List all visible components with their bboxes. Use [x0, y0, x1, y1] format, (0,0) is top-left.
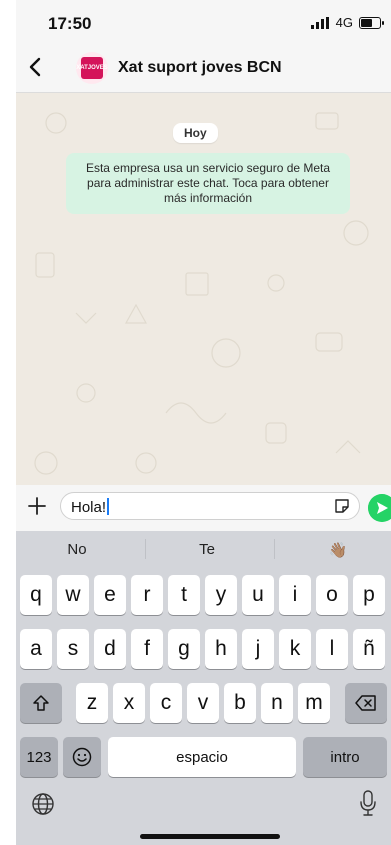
key-z[interactable]: z — [76, 683, 108, 723]
suggestion-2[interactable]: Te — [147, 541, 267, 558]
suggestion-divider — [274, 539, 275, 559]
encryption-notice[interactable]: Esta empresa usa un servicio seguro de M… — [66, 153, 350, 214]
key-w[interactable]: w — [57, 575, 89, 615]
message-text: Hola! — [71, 498, 110, 516]
status-time: 17:50 — [48, 14, 92, 33]
key-a[interactable]: a — [20, 629, 52, 669]
suggestion-1[interactable]: No — [17, 541, 137, 558]
key-q[interactable]: q — [20, 575, 52, 615]
battery-icon — [359, 17, 384, 29]
shift-key[interactable] — [20, 683, 62, 723]
key-j[interactable]: j — [242, 629, 274, 669]
key-n[interactable]: n — [261, 683, 293, 723]
key-e[interactable]: e — [94, 575, 126, 615]
globe-icon[interactable] — [30, 791, 56, 817]
date-separator: Hoy — [173, 123, 218, 143]
sticker-icon[interactable] — [333, 497, 351, 515]
suggestion-divider — [145, 539, 146, 559]
key-l[interactable]: l — [316, 629, 348, 669]
plus-icon[interactable] — [26, 495, 48, 517]
key-p[interactable]: p — [353, 575, 385, 615]
chat-wallpaper — [16, 93, 391, 485]
keyboard: No Te 👋🏽 q w e r t y u i o p a s d f g h… — [16, 531, 391, 845]
key-g[interactable]: g — [168, 629, 200, 669]
return-key[interactable]: intro — [303, 737, 387, 777]
text-caret — [107, 498, 110, 515]
send-button[interactable] — [368, 494, 391, 522]
key-s[interactable]: s — [57, 629, 89, 669]
key-u[interactable]: u — [242, 575, 274, 615]
back-arrow-icon[interactable] — [24, 55, 48, 79]
key-y[interactable]: y — [205, 575, 237, 615]
message-input[interactable]: Hola! — [60, 492, 360, 520]
emoji-key[interactable] — [63, 737, 101, 777]
key-h[interactable]: h — [205, 629, 237, 669]
microphone-icon[interactable] — [358, 789, 378, 817]
suggestion-3[interactable]: 👋🏽 — [278, 541, 391, 559]
key-i[interactable]: i — [279, 575, 311, 615]
key-x[interactable]: x — [113, 683, 145, 723]
logo-line-2: JOVES — [87, 65, 108, 71]
emoji-icon — [72, 747, 92, 767]
suggestion-bar: No Te 👋🏽 — [16, 531, 391, 567]
contact-logo: XAT JOVES — [76, 57, 108, 79]
status-bar: 17:50 4G — [16, 0, 391, 44]
key-c[interactable]: c — [150, 683, 182, 723]
chat-area: Hoy Esta empresa usa un servicio seguro … — [16, 93, 391, 485]
network-type: 4G — [335, 15, 353, 30]
phone-screen: 17:50 4G XAT JOVES Xat suport joves BCN — [16, 0, 391, 845]
key-r[interactable]: r — [131, 575, 163, 615]
signal-icon — [311, 17, 329, 29]
space-key[interactable]: espacio — [108, 737, 296, 777]
backspace-key[interactable] — [345, 683, 387, 723]
key-d[interactable]: d — [94, 629, 126, 669]
composer-bar: Hola! — [16, 485, 391, 531]
backspace-icon — [355, 695, 376, 711]
key-k[interactable]: k — [279, 629, 311, 669]
chat-header: XAT JOVES Xat suport joves BCN — [16, 44, 391, 93]
numbers-key[interactable]: 123 — [20, 737, 58, 777]
key-t[interactable]: t — [168, 575, 200, 615]
key-b[interactable]: b — [224, 683, 256, 723]
contact-avatar[interactable]: XAT JOVES — [76, 52, 108, 84]
shift-icon — [33, 695, 49, 711]
home-indicator — [140, 834, 280, 839]
key-o[interactable]: o — [316, 575, 348, 615]
logo-line-1: XAT — [76, 65, 88, 71]
contact-name[interactable]: Xat suport joves BCN — [118, 59, 282, 77]
key-m[interactable]: m — [298, 683, 330, 723]
message-value: Hola! — [71, 499, 107, 516]
key-v[interactable]: v — [187, 683, 219, 723]
key-n-tilde[interactable]: ñ — [353, 629, 385, 669]
key-f[interactable]: f — [131, 629, 163, 669]
